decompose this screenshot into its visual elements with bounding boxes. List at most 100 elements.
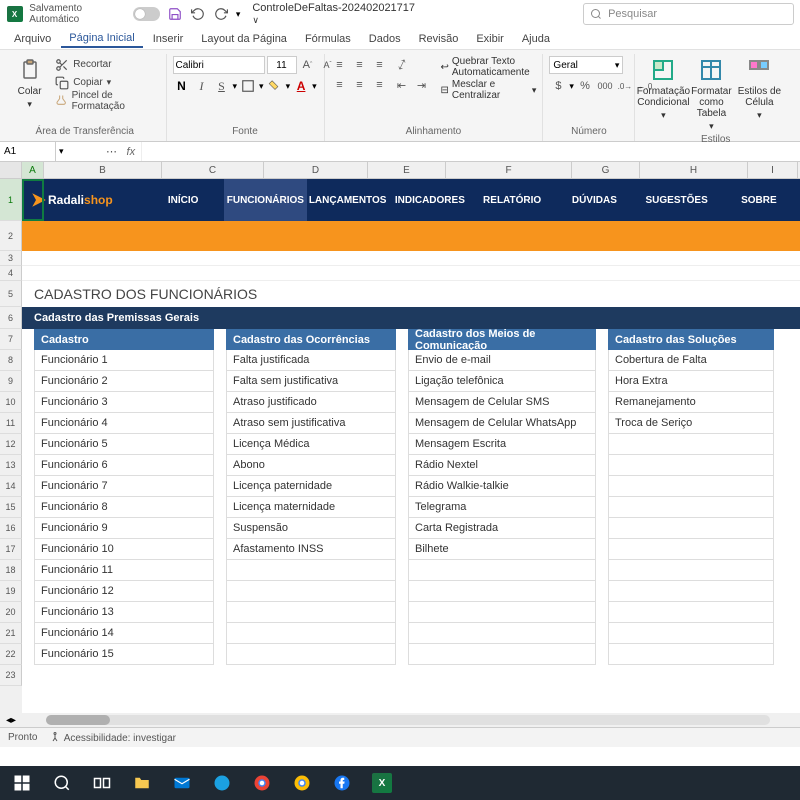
table-cell[interactable]: Licença Médica <box>226 434 396 455</box>
table-cell[interactable]: Funcionário 10 <box>34 539 214 560</box>
select-all-corner[interactable] <box>0 162 22 178</box>
save-icon[interactable] <box>166 5 183 23</box>
col-header[interactable]: D <box>264 162 368 178</box>
col-header[interactable]: H <box>640 162 748 178</box>
table-cell[interactable] <box>608 497 774 518</box>
table-cell[interactable]: Mensagem Escrita <box>408 434 596 455</box>
row-header[interactable]: 7 <box>0 329 22 350</box>
table-cell[interactable]: Funcionário 3 <box>34 392 214 413</box>
nav-lancamentos[interactable]: LANÇAMENTOS <box>307 179 389 221</box>
align-right-icon[interactable]: ≡ <box>371 76 389 94</box>
indent-left-icon[interactable]: ⇤ <box>393 76 411 94</box>
table-cell[interactable] <box>226 644 396 665</box>
col-header[interactable]: G <box>572 162 640 178</box>
table-cell[interactable]: Licença maternidade <box>226 497 396 518</box>
table-cell[interactable]: Mensagem de Celular SMS <box>408 392 596 413</box>
currency-icon[interactable]: $ <box>549 77 567 95</box>
table-cell[interactable]: Mensagem de Celular WhatsApp <box>408 413 596 434</box>
cell-styles-button[interactable]: Estilos de Célula ▾ <box>737 56 781 121</box>
nav-funcionarios[interactable]: FUNCIONÁRIOS <box>224 179 306 221</box>
table-cell[interactable] <box>408 581 596 602</box>
table-cell[interactable]: Ligação telefônica <box>408 371 596 392</box>
table-cell[interactable]: Funcionário 9 <box>34 518 214 539</box>
table-cell[interactable]: Afastamento INSS <box>226 539 396 560</box>
table-cell[interactable]: Suspensão <box>226 518 396 539</box>
align-bottom-icon[interactable]: ≡ <box>371 56 389 74</box>
row-header[interactable]: 3 <box>0 251 22 266</box>
table-cell[interactable] <box>608 581 774 602</box>
font-size-select[interactable] <box>267 56 297 74</box>
row-header[interactable]: 8 <box>0 350 22 371</box>
table-cell[interactable]: Funcionário 12 <box>34 581 214 602</box>
edge-icon[interactable] <box>204 768 240 798</box>
table-cell[interactable]: Funcionário 2 <box>34 371 214 392</box>
task-view-icon[interactable] <box>84 768 120 798</box>
menu-ajuda[interactable]: Ajuda <box>514 31 558 47</box>
row-header[interactable]: 17 <box>0 539 22 560</box>
table-cell[interactable]: Telegrama <box>408 497 596 518</box>
chrome-icon[interactable] <box>244 768 280 798</box>
row-header[interactable]: 23 <box>0 665 22 686</box>
table-cell[interactable]: Funcionário 1 <box>34 350 214 371</box>
number-format-select[interactable]: Geral▾ <box>549 56 623 74</box>
excel-taskbar-icon[interactable]: X <box>364 768 400 798</box>
nav-relatorio[interactable]: RELATÓRIO <box>471 179 553 221</box>
table-cell[interactable] <box>226 623 396 644</box>
table-cell[interactable]: Remanejamento <box>608 392 774 413</box>
font-color-button[interactable]: A <box>292 77 310 95</box>
row-header[interactable]: 11 <box>0 413 22 434</box>
redo-icon[interactable] <box>213 5 230 23</box>
font-grow-icon[interactable]: Aˆ <box>299 56 317 74</box>
table-cell[interactable] <box>608 476 774 497</box>
format-painter-button[interactable]: Pincel de Formatação <box>53 92 159 109</box>
row-header[interactable]: 6 <box>0 307 22 329</box>
nav-duvidas[interactable]: DÚVIDAS <box>553 179 635 221</box>
table-cell[interactable]: Bilhete <box>408 539 596 560</box>
spreadsheet-grid[interactable]: 1 2 3 4 5 6 7 8 9 10 11 12 13 14 15 16 1… <box>0 179 800 713</box>
align-left-icon[interactable]: ≡ <box>331 76 349 94</box>
nav-indicadores[interactable]: INDICADORES <box>389 179 471 221</box>
underline-button[interactable]: S <box>213 77 231 95</box>
scrollbar-thumb[interactable] <box>46 715 110 725</box>
menu-dados[interactable]: Dados <box>361 31 409 47</box>
table-cell[interactable] <box>226 602 396 623</box>
indent-right-icon[interactable]: ⇥ <box>413 76 431 94</box>
menu-pagina-inicial[interactable]: Página Inicial <box>61 30 142 48</box>
row-header[interactable]: 4 <box>0 266 22 281</box>
col-header[interactable]: B <box>44 162 162 178</box>
table-cell[interactable]: Funcionário 14 <box>34 623 214 644</box>
table-cell[interactable] <box>226 560 396 581</box>
row-header[interactable]: 2 <box>0 221 22 251</box>
file-explorer-icon[interactable] <box>124 768 160 798</box>
menu-inserir[interactable]: Inserir <box>145 31 192 47</box>
table-cell[interactable]: Falta justificada <box>226 350 396 371</box>
document-title[interactable]: ControleDeFaltas-202402021717 ∨ <box>252 2 417 26</box>
table-cell[interactable]: Funcionário 13 <box>34 602 214 623</box>
formula-input[interactable] <box>141 142 800 161</box>
row-header[interactable]: 9 <box>0 371 22 392</box>
col-header[interactable]: E <box>368 162 446 178</box>
menu-arquivo[interactable]: Arquivo <box>6 31 59 47</box>
row-header[interactable]: 14 <box>0 476 22 497</box>
align-top-icon[interactable]: ≡ <box>331 56 349 74</box>
cut-button[interactable]: Recortar <box>53 56 159 73</box>
orientation-icon[interactable]: ⤢ <box>390 53 413 76</box>
start-button[interactable] <box>4 768 40 798</box>
table-cell[interactable]: Hora Extra <box>608 371 774 392</box>
name-box[interactable]: A1 <box>0 142 56 161</box>
table-cell[interactable]: Carta Registrada <box>408 518 596 539</box>
accessibility-status[interactable]: Acessibilidade: investigar <box>49 731 176 744</box>
row-header[interactable]: 21 <box>0 623 22 644</box>
col-header[interactable]: C <box>162 162 264 178</box>
table-cell[interactable] <box>608 623 774 644</box>
align-middle-icon[interactable]: ≡ <box>351 56 369 74</box>
table-cell[interactable]: Envio de e-mail <box>408 350 596 371</box>
table-cell[interactable] <box>408 602 596 623</box>
table-cell[interactable] <box>608 602 774 623</box>
table-cell[interactable] <box>408 644 596 665</box>
nav-sobre[interactable]: SOBRE <box>718 179 800 221</box>
table-cell[interactable]: Troca de Seriço <box>608 413 774 434</box>
table-cell[interactable] <box>608 518 774 539</box>
border-button[interactable] <box>239 77 257 95</box>
paste-button[interactable]: Colar ▾ <box>10 56 49 110</box>
